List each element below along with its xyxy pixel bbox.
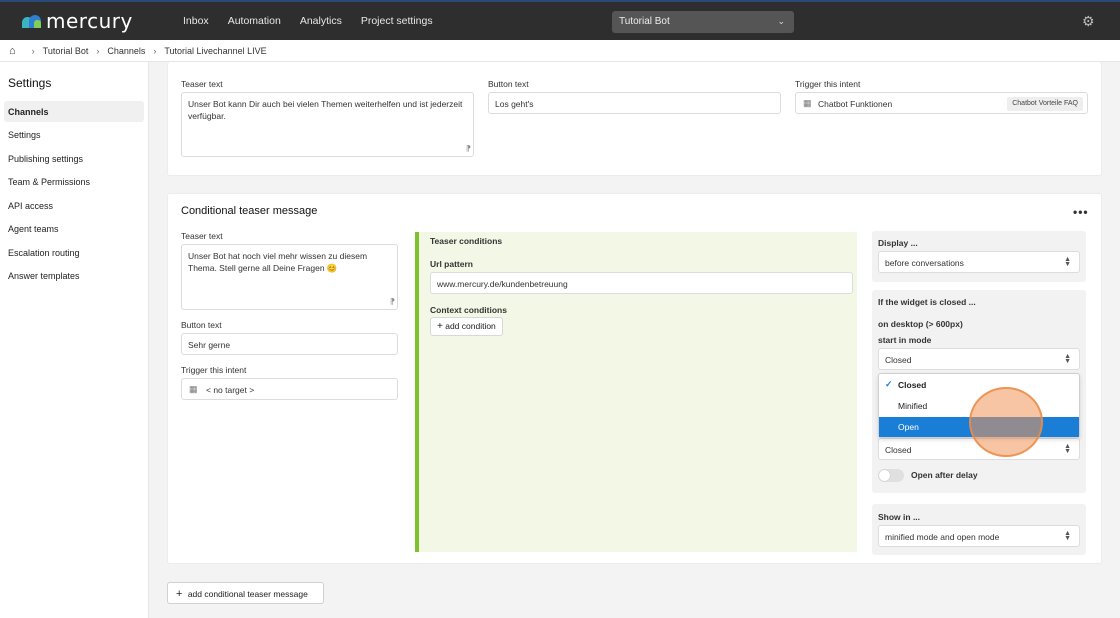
desktop-label: on desktop (> 600px) xyxy=(878,319,963,329)
breadcrumb-channel[interactable]: Tutorial Livechannel LIVE xyxy=(164,46,266,56)
plus-icon: + xyxy=(176,588,183,600)
url-pattern-label: Url pattern xyxy=(430,259,473,269)
logo-text: mercury xyxy=(46,9,133,33)
teaser-text-label: Teaser text xyxy=(181,79,223,89)
cond-teaser-text-input[interactable]: Unser Bot hat noch viel mehr wissen zu d… xyxy=(181,244,398,310)
show-in-label: Show in ... xyxy=(878,512,921,522)
cond-trigger-input[interactable]: ▦ < no target > xyxy=(181,378,398,400)
logo-icon xyxy=(22,14,42,28)
more-options-icon[interactable]: ••• xyxy=(1073,205,1089,219)
context-conditions-label: Context conditions xyxy=(430,305,507,315)
select-arrows-icon: ▲ ▼ xyxy=(1064,530,1071,542)
nav-inbox[interactable]: Inbox xyxy=(183,15,209,27)
settings-sidebar: Settings Channels Settings Publishing se… xyxy=(0,62,149,618)
chevron-right-icon: › xyxy=(96,45,100,56)
chevron-down-icon: ⌄ xyxy=(777,16,785,26)
mobile-mode-value: Closed xyxy=(885,445,912,455)
main-nav: Inbox Automation Analytics Project setti… xyxy=(183,15,452,27)
button-text-value: Los geht's xyxy=(495,99,534,109)
intent-badge: Chatbot Vorteile FAQ xyxy=(1007,97,1083,111)
select-arrows-icon: ▲ ▼ xyxy=(1064,256,1071,268)
mercury-logo[interactable]: mercury xyxy=(22,11,133,31)
trigger-intent-value: Chatbot Funktionen xyxy=(818,99,893,109)
show-in-value: minified mode and open mode xyxy=(885,532,1000,542)
gear-icon[interactable]: ⚙ xyxy=(1082,14,1096,28)
teaser-text-input[interactable]: Unser Bot kann Dir auch bei vielen Theme… xyxy=(181,92,474,157)
breadcrumb-channels[interactable]: Channels xyxy=(107,46,145,56)
breadcrumb-bot[interactable]: Tutorial Bot xyxy=(43,46,89,56)
nav-project-settings[interactable]: Project settings xyxy=(361,15,433,27)
terminal-icon: ▦ xyxy=(803,98,812,108)
chevron-right-icon: › xyxy=(153,45,157,56)
sidebar-item-escalation[interactable]: Escalation routing xyxy=(4,242,144,263)
nav-automation[interactable]: Automation xyxy=(228,15,281,27)
top-navbar: mercury Inbox Automation Analytics Proje… xyxy=(0,0,1120,40)
url-pattern-value: www.mercury.de/kundenbetreuung xyxy=(437,279,568,289)
home-icon[interactable]: ⌂ xyxy=(9,45,16,57)
display-value: before conversations xyxy=(885,258,964,268)
sidebar-item-templates[interactable]: Answer templates xyxy=(4,265,144,286)
cond-trigger-label: Trigger this intent xyxy=(181,365,247,375)
bot-selector[interactable]: Tutorial Bot ⌄ xyxy=(612,11,794,33)
sidebar-item-channels[interactable]: Channels xyxy=(4,101,144,122)
select-arrows-icon: ▲ ▼ xyxy=(1064,353,1071,365)
open-after-delay-toggle[interactable] xyxy=(878,469,904,482)
sidebar-title: Settings xyxy=(8,76,52,90)
cond-button-text-input[interactable]: Sehr gerne xyxy=(181,333,398,355)
sidebar-item-team[interactable]: Team & Permissions xyxy=(4,171,144,192)
resize-handle-icon[interactable]: ⁋ xyxy=(390,296,395,308)
sidebar-item-settings[interactable]: Settings xyxy=(4,124,144,145)
cond-teaser-text-value: Unser Bot hat noch viel mehr wissen zu d… xyxy=(188,251,368,273)
url-pattern-input[interactable]: www.mercury.de/kundenbetreuung xyxy=(430,272,853,294)
terminal-icon: ▦ xyxy=(189,384,198,394)
button-text-input[interactable]: Los geht's xyxy=(488,92,781,114)
start-mode-label: start in mode xyxy=(878,335,932,345)
cond-button-text-label: Button text xyxy=(181,320,222,330)
mode-option-closed[interactable]: ✓ Closed xyxy=(879,375,1079,395)
add-conditional-teaser-label: add conditional teaser message xyxy=(187,589,308,599)
add-condition-label: add condition xyxy=(445,321,496,331)
trigger-intent-input[interactable]: ▦ Chatbot Funktionen Chatbot Vorteile FA… xyxy=(795,92,1088,114)
button-text-label: Button text xyxy=(488,79,529,89)
nav-analytics[interactable]: Analytics xyxy=(300,15,342,27)
sidebar-item-agent-teams[interactable]: Agent teams xyxy=(4,218,144,239)
display-select[interactable]: before conversations ▲ ▼ xyxy=(878,251,1080,273)
trigger-intent-label: Trigger this intent xyxy=(795,79,861,89)
teaser-text-value: Unser Bot kann Dir auch bei vielen Theme… xyxy=(188,99,463,121)
mode-option-minified-label: Minified xyxy=(898,401,928,411)
cond-button-text-value: Sehr gerne xyxy=(188,340,231,350)
cond-teaser-text-label: Teaser text xyxy=(181,231,223,241)
show-in-select[interactable]: minified mode and open mode ▲ ▼ xyxy=(878,525,1080,547)
sidebar-item-publishing[interactable]: Publishing settings xyxy=(4,148,144,169)
conditional-title: Conditional teaser message xyxy=(181,205,318,217)
sidebar-item-api[interactable]: API access xyxy=(4,195,144,216)
bot-selector-value: Tutorial Bot xyxy=(619,16,670,27)
start-mode-select[interactable]: Closed ▲ ▼ xyxy=(878,348,1080,370)
mode-option-closed-label: Closed xyxy=(898,380,927,390)
breadcrumb: ⌂ › Tutorial Bot › Channels › Tutorial L… xyxy=(0,40,1120,62)
cond-trigger-value: < no target > xyxy=(206,385,255,395)
plus-icon: + xyxy=(437,321,443,332)
add-condition-button[interactable]: + add condition xyxy=(430,317,503,336)
mode-option-open-label: Open xyxy=(898,422,919,432)
chevron-right-icon: › xyxy=(31,45,35,56)
display-label: Display ... xyxy=(878,238,918,248)
add-conditional-teaser-button[interactable]: + add conditional teaser message xyxy=(167,582,324,604)
open-after-delay-label: Open after delay xyxy=(911,470,978,480)
click-indicator xyxy=(969,387,1043,457)
checkmark-icon: ✓ xyxy=(885,379,893,389)
select-arrows-icon: ▲ ▼ xyxy=(1064,443,1071,455)
widget-closed-label: If the widget is closed ... xyxy=(878,297,976,307)
teaser-conditions-title: Teaser conditions xyxy=(430,236,503,246)
resize-handle-icon[interactable]: ⁋ xyxy=(466,143,471,155)
start-mode-value: Closed xyxy=(885,355,912,365)
